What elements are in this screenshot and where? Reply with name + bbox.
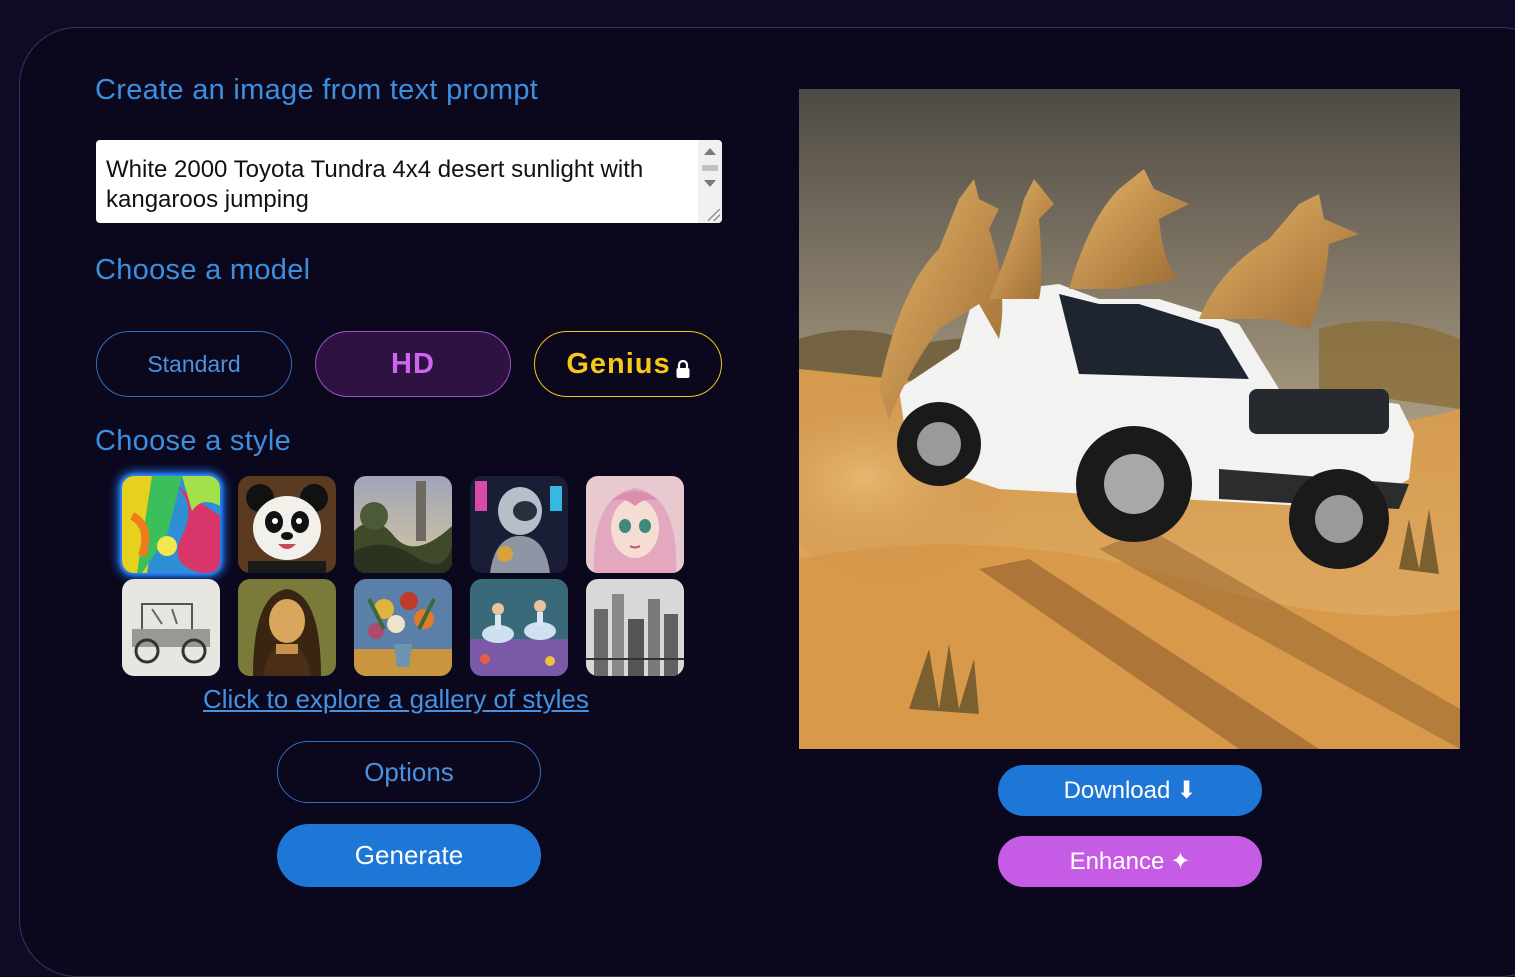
scroll-down-icon[interactable]	[704, 180, 716, 187]
lock-icon	[676, 354, 690, 378]
model-genius-button[interactable]: Genius	[534, 331, 722, 397]
style-flower-still-life-icon[interactable]	[354, 579, 452, 676]
scroll-up-icon[interactable]	[704, 148, 716, 155]
generate-label: Generate	[354, 840, 464, 870]
style-grid	[122, 476, 687, 676]
model-hd-button[interactable]: HD	[315, 331, 511, 397]
style-cyberpunk-robot-icon[interactable]	[470, 476, 568, 573]
download-button[interactable]: Download ⬇	[998, 765, 1262, 816]
create-heading: Create an image from text prompt	[95, 74, 539, 106]
style-sketch-car-icon[interactable]	[122, 579, 220, 676]
download-label: Download	[1063, 776, 1171, 804]
style-landscape-icon[interactable]	[354, 476, 452, 573]
scroll-thumb[interactable]	[702, 165, 718, 171]
generate-button[interactable]: Generate	[277, 824, 541, 887]
model-hd-label: HD	[391, 347, 435, 380]
style-anime-portrait-icon[interactable]	[586, 476, 684, 573]
style-abstract-colorful-icon[interactable]	[122, 476, 220, 573]
style-heading: Choose a style	[95, 425, 292, 457]
model-heading: Choose a model	[95, 254, 311, 286]
enhance-button[interactable]: Enhance ✦	[998, 836, 1262, 887]
download-arrow-icon: ⬇	[1176, 777, 1197, 804]
resize-grip-icon[interactable]	[708, 209, 720, 221]
prompt-input[interactable]: White 2000 Toyota Tundra 4x4 desert sunl…	[96, 140, 722, 223]
model-standard-label: Standard	[147, 350, 241, 377]
generated-image	[799, 89, 1460, 749]
sparkle-icon: ✦	[1170, 848, 1191, 875]
style-renaissance-portrait-icon[interactable]	[238, 579, 336, 676]
prompt-text[interactable]: White 2000 Toyota Tundra 4x4 desert sunl…	[106, 155, 691, 215]
style-impressionist-dancers-icon[interactable]	[470, 579, 568, 676]
gallery-link[interactable]: Click to explore a gallery of styles	[203, 684, 589, 715]
enhance-label: Enhance	[1069, 847, 1165, 875]
style-panda-icon[interactable]	[238, 476, 336, 573]
options-button[interactable]: Options	[277, 741, 541, 803]
model-standard-button[interactable]: Standard	[96, 331, 292, 397]
style-ink-city-icon[interactable]	[586, 579, 684, 676]
model-genius-label: Genius	[566, 347, 671, 380]
options-label: Options	[364, 756, 454, 787]
